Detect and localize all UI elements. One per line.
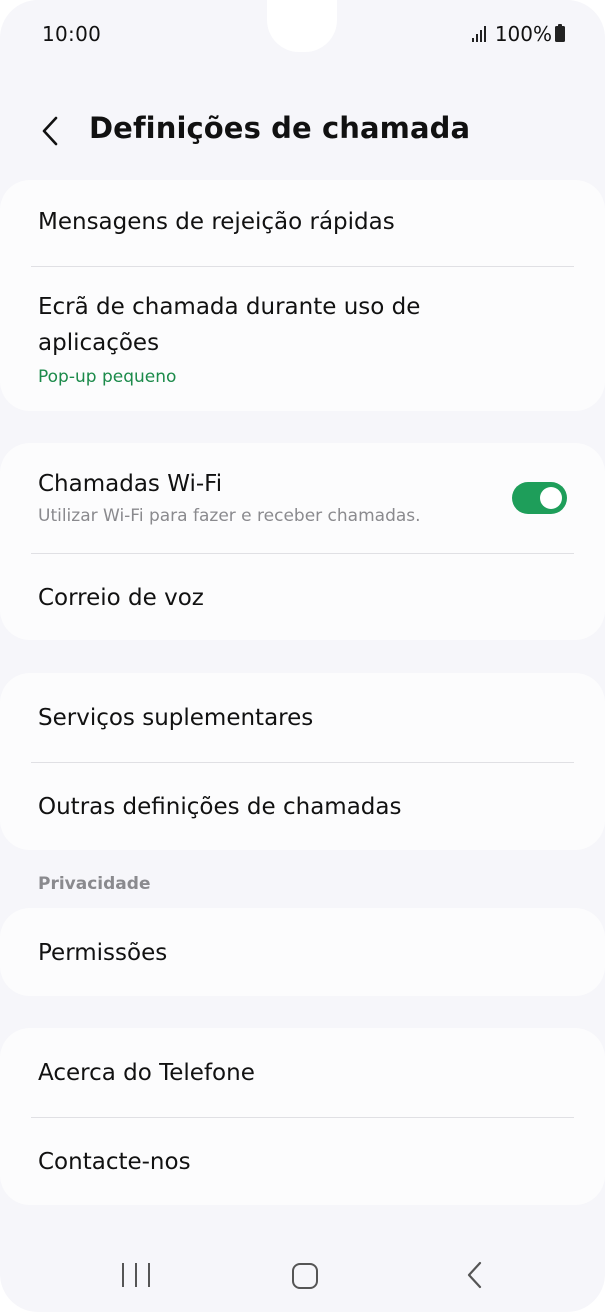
item-title: Outras definições de chamadas — [38, 794, 402, 820]
recents-icon[interactable] — [122, 1263, 150, 1287]
voicemail-item[interactable]: Correio de voz — [38, 580, 567, 616]
divider — [31, 1117, 574, 1118]
status-right: 100% — [471, 22, 565, 46]
contact-us-item[interactable]: Contacte-nos — [38, 1144, 567, 1180]
permissions-item[interactable]: Permissões — [38, 935, 567, 971]
phone-screen: 10:00 100% Definições de chamada Mensage… — [0, 0, 605, 1312]
divider — [31, 553, 574, 554]
divider — [31, 762, 574, 763]
item-title: Mensagens de rejeição rápidas — [38, 209, 395, 235]
item-title: Correio de voz — [38, 585, 204, 611]
toggle-knob — [540, 487, 562, 509]
item-title: Permissões — [38, 940, 168, 966]
call-screen-value: Pop-up pequeno — [38, 367, 177, 387]
quick-decline-messages-item[interactable]: Mensagens de rejeição rápidas — [38, 204, 567, 240]
wifi-calls-item[interactable]: Chamadas Wi-Fi Utilizar Wi-Fi para fazer… — [38, 466, 485, 526]
item-title: Acerca do Telefone — [38, 1060, 255, 1086]
camera-notch — [267, 0, 337, 52]
app-header: Definições de chamada — [0, 105, 605, 157]
supplementary-services-item[interactable]: Serviços suplementares — [38, 700, 567, 736]
item-title: Serviços suplementares — [38, 705, 314, 731]
call-screen-item[interactable]: Ecrã de chamada durante uso de aplicaçõe… — [38, 289, 567, 387]
other-call-settings-item[interactable]: Outras definições de chamadas — [38, 789, 567, 825]
about-phone-item[interactable]: Acerca do Telefone — [38, 1055, 567, 1091]
item-title-line2: aplicações — [38, 330, 160, 356]
item-title: Chamadas Wi-Fi — [38, 471, 223, 497]
section-label-privacy: Privacidade — [38, 874, 151, 894]
battery-icon — [555, 24, 565, 42]
signal-icon — [471, 26, 488, 42]
item-title-line1: Ecrã de chamada durante uso de — [38, 294, 421, 320]
back-nav-icon[interactable] — [462, 1261, 488, 1289]
wifi-calls-description: Utilizar Wi-Fi para fazer e receber cham… — [38, 506, 421, 526]
divider — [31, 266, 574, 267]
page-title: Definições de chamada — [89, 111, 471, 145]
back-icon[interactable] — [30, 109, 70, 153]
wifi-calls-toggle[interactable] — [512, 482, 567, 514]
status-time: 10:00 — [42, 22, 102, 46]
battery-percentage: 100% — [494, 22, 552, 46]
item-title: Contacte-nos — [38, 1149, 191, 1175]
home-icon[interactable] — [292, 1263, 318, 1289]
navigation-bar — [0, 1245, 605, 1305]
